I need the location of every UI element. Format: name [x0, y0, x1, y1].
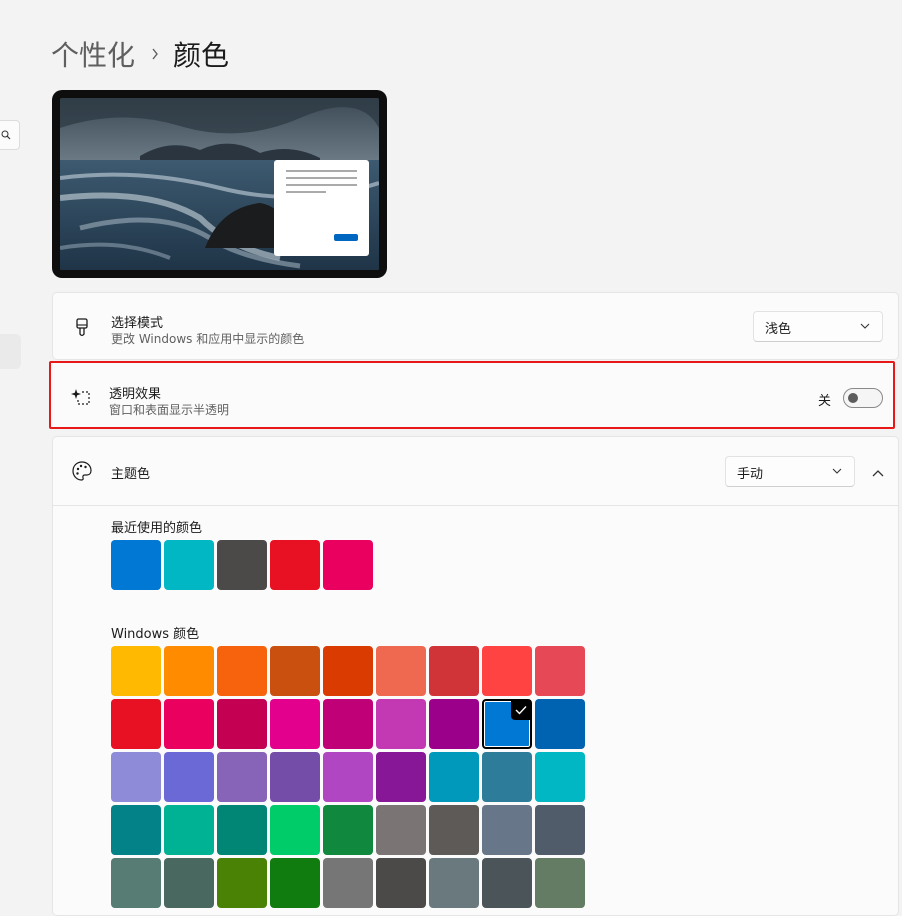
choose-mode-title: 选择模式	[111, 316, 164, 331]
windows-color-swatch[interactable]	[323, 699, 373, 749]
theme-preview	[52, 90, 387, 278]
mode-dropdown-value: 浅色	[765, 322, 792, 337]
windows-color-swatch[interactable]	[164, 752, 214, 802]
paintbrush-icon	[76, 318, 88, 337]
transparency-title: 透明效果	[109, 387, 162, 402]
search-icon	[1, 130, 11, 140]
mode-dropdown[interactable]: 浅色	[753, 311, 883, 342]
recent-color-swatch[interactable]	[164, 540, 214, 590]
transparency-subtitle: 窗口和表面显示半透明	[109, 403, 230, 417]
windows-color-swatch[interactable]	[376, 646, 426, 696]
windows-color-swatch[interactable]	[482, 752, 532, 802]
windows-color-swatch[interactable]	[376, 752, 426, 802]
windows-color-swatch[interactable]	[111, 805, 161, 855]
palette-icon	[72, 461, 92, 481]
windows-color-swatch[interactable]	[323, 752, 373, 802]
windows-color-swatch[interactable]	[482, 805, 532, 855]
breadcrumb: 个性化 颜色	[51, 34, 229, 74]
windows-color-swatch[interactable]	[217, 858, 267, 908]
recent-color-swatch[interactable]	[111, 540, 161, 590]
sidebar-search-box[interactable]	[0, 120, 20, 150]
accent-color-section: 主题色 手动 最近使用的颜色 Windows 颜色	[52, 436, 899, 916]
recent-color-swatch[interactable]	[323, 540, 373, 590]
windows-color-swatch[interactable]	[323, 858, 373, 908]
windows-color-swatch[interactable]	[270, 699, 320, 749]
windows-color-swatch[interactable]	[429, 646, 479, 696]
checkmark-icon	[511, 700, 531, 720]
windows-color-swatch[interactable]	[217, 805, 267, 855]
windows-color-swatch[interactable]	[376, 805, 426, 855]
windows-color-swatch[interactable]	[270, 646, 320, 696]
chevron-down-icon	[832, 468, 842, 474]
windows-color-swatch[interactable]	[429, 858, 479, 908]
windows-color-swatch[interactable]	[376, 858, 426, 908]
windows-color-swatch[interactable]	[535, 646, 585, 696]
recent-colors-grid	[111, 540, 585, 590]
page-title: 颜色	[173, 39, 230, 72]
accent-mode-value: 手动	[737, 467, 764, 482]
windows-color-swatch[interactable]	[535, 699, 585, 749]
windows-color-swatch[interactable]	[535, 858, 585, 908]
transparency-toggle[interactable]	[843, 388, 883, 408]
windows-color-swatch[interactable]	[164, 646, 214, 696]
windows-color-swatch[interactable]	[111, 752, 161, 802]
windows-colors-grid	[111, 646, 585, 908]
windows-color-swatch[interactable]	[111, 646, 161, 696]
windows-color-swatch[interactable]	[429, 752, 479, 802]
accent-color-header[interactable]: 主题色 手动	[53, 437, 898, 506]
windows-color-swatch[interactable]	[164, 699, 214, 749]
windows-colors-label: Windows 颜色	[111, 627, 200, 642]
transparency-effects-row: 透明效果 窗口和表面显示半透明 关	[49, 361, 895, 429]
windows-color-swatch[interactable]	[323, 805, 373, 855]
windows-color-swatch[interactable]	[270, 805, 320, 855]
windows-color-swatch[interactable]	[482, 699, 532, 749]
windows-color-swatch[interactable]	[482, 858, 532, 908]
windows-color-swatch[interactable]	[270, 752, 320, 802]
windows-color-swatch[interactable]	[429, 699, 479, 749]
wallpaper-preview-image	[60, 98, 379, 270]
sidebar-item-personalization[interactable]	[0, 334, 21, 369]
choose-mode-subtitle: 更改 Windows 和应用中显示的颜色	[111, 332, 305, 346]
accent-mode-dropdown[interactable]: 手动	[725, 456, 855, 487]
windows-color-swatch[interactable]	[217, 646, 267, 696]
windows-color-swatch[interactable]	[217, 699, 267, 749]
windows-color-swatch[interactable]	[482, 646, 532, 696]
windows-color-swatch[interactable]	[535, 752, 585, 802]
windows-color-swatch[interactable]	[111, 858, 161, 908]
chevron-right-icon	[151, 48, 159, 60]
windows-color-swatch[interactable]	[164, 805, 214, 855]
windows-color-swatch[interactable]	[429, 805, 479, 855]
choose-mode-row: 选择模式 更改 Windows 和应用中显示的颜色 浅色	[52, 292, 899, 360]
transparency-state-label: 关	[817, 394, 831, 409]
windows-color-swatch[interactable]	[376, 699, 426, 749]
windows-color-swatch[interactable]	[323, 646, 373, 696]
chevron-down-icon	[860, 323, 870, 329]
transparency-sparkle-icon	[71, 389, 90, 405]
windows-color-swatch[interactable]	[270, 858, 320, 908]
breadcrumb-parent[interactable]: 个性化	[51, 34, 135, 74]
chevron-up-icon[interactable]	[868, 463, 888, 483]
recent-color-swatch[interactable]	[270, 540, 320, 590]
windows-color-swatch[interactable]	[217, 752, 267, 802]
recent-colors-label: 最近使用的颜色	[111, 521, 203, 536]
windows-color-swatch[interactable]	[111, 699, 161, 749]
toggle-knob	[848, 393, 858, 403]
windows-color-swatch[interactable]	[535, 805, 585, 855]
recent-color-swatch[interactable]	[217, 540, 267, 590]
windows-color-swatch[interactable]	[164, 858, 214, 908]
accent-color-title: 主题色	[111, 467, 151, 482]
